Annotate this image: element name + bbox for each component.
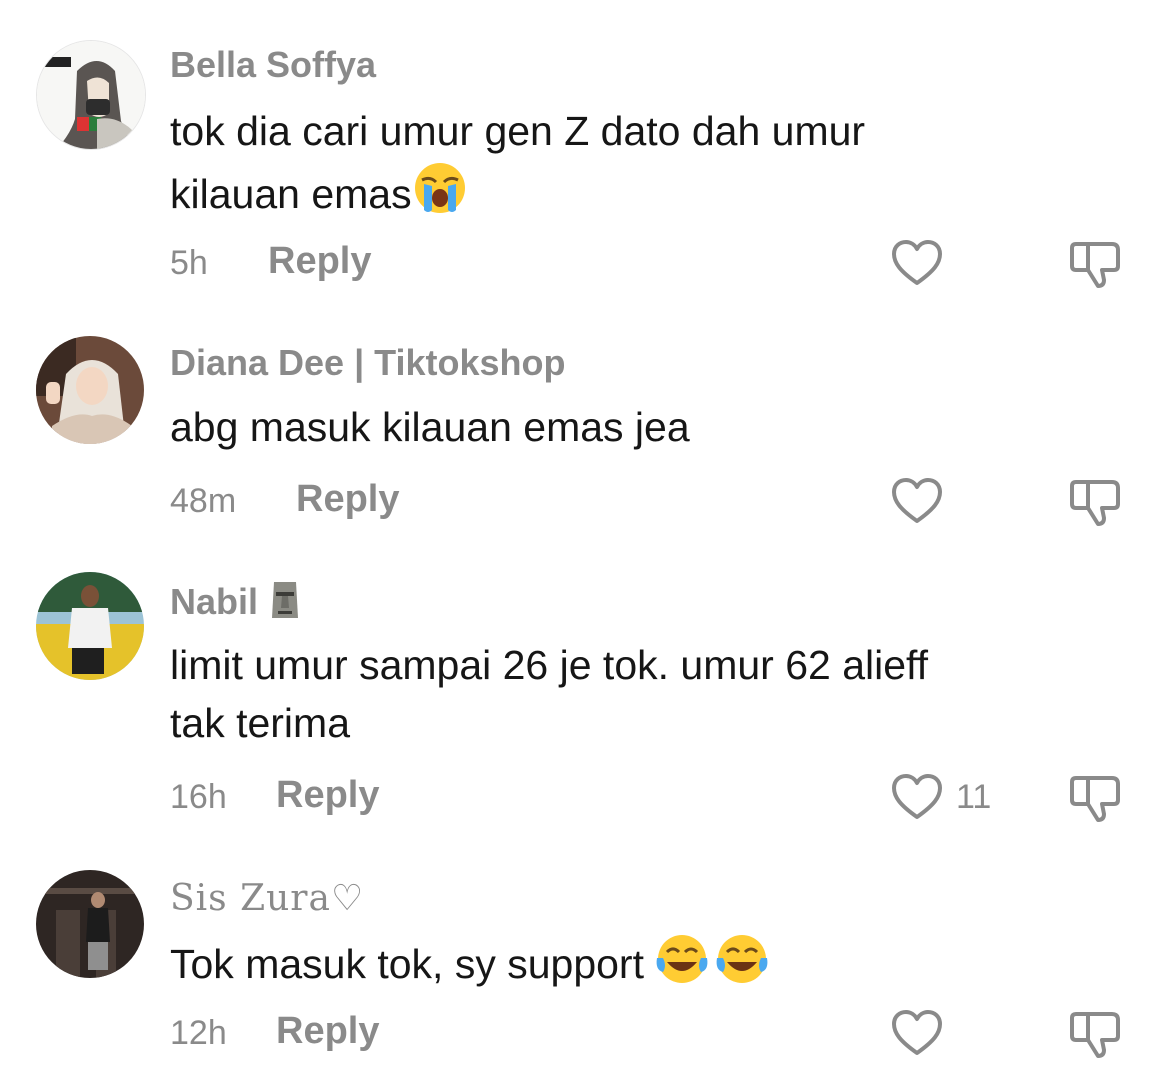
- comment-username[interactable]: Bella Soffya: [170, 44, 376, 86]
- comment-text: Tok masuk tok, sy support: [170, 932, 1070, 1001]
- reply-button[interactable]: Reply: [276, 774, 379, 817]
- comment-text-line: tak terima: [170, 700, 350, 746]
- heart-outline-icon[interactable]: [890, 476, 944, 526]
- comment-timestamp: 12h: [170, 1014, 227, 1052]
- avatar[interactable]: [36, 40, 146, 150]
- dislike-icon[interactable]: [1068, 772, 1126, 822]
- reply-button[interactable]: Reply: [296, 478, 399, 521]
- avatar[interactable]: [36, 336, 144, 444]
- dislike-icon[interactable]: [1068, 1008, 1126, 1058]
- comment-username[interactable]: Diana Dee | Tiktokshop: [170, 342, 566, 384]
- comment-text-line: tok dia cari umur gen Z dato dah umur: [170, 108, 866, 154]
- comment-text-line: kilauan emas: [170, 160, 1070, 231]
- comment-item: Diana Dee | Tiktokshop abg masuk kilauan…: [0, 300, 1169, 550]
- comment-username[interactable]: Nabil: [170, 578, 302, 631]
- heart-outline-icon[interactable]: [890, 772, 944, 822]
- comment-text-line: kilauan emas: [170, 171, 412, 217]
- like-count: 11: [956, 778, 992, 816]
- comment-text: tok dia cari umur gen Z dato dah umur ki…: [170, 102, 1070, 231]
- comment-item: Bella Soffya tok dia cari umur gen Z dat…: [0, 0, 1169, 300]
- comment-username-text: Nabil: [170, 581, 259, 622]
- comment-timestamp: 5h: [170, 244, 208, 282]
- avatar[interactable]: [36, 572, 144, 680]
- comment-username[interactable]: Sis Zura♡: [170, 878, 364, 919]
- reply-button[interactable]: Reply: [268, 240, 371, 283]
- comment-text: abg masuk kilauan emas jea: [170, 404, 690, 450]
- dislike-icon[interactable]: [1068, 238, 1126, 288]
- face-with-tears-of-joy-emoji: [655, 932, 771, 1001]
- loudly-crying-face-emoji: [412, 160, 468, 231]
- comment-text-line: Tok masuk tok, sy support: [170, 941, 644, 987]
- avatar[interactable]: [36, 870, 144, 978]
- comment-item: Sis Zura♡ Tok masuk tok, sy support 12h …: [0, 860, 1169, 1087]
- reply-button[interactable]: Reply: [276, 1010, 379, 1053]
- dislike-icon[interactable]: [1068, 476, 1126, 526]
- comment-timestamp: 48m: [170, 482, 237, 520]
- comment-timestamp: 16h: [170, 778, 227, 816]
- heart-outline-icon[interactable]: [890, 1008, 944, 1058]
- heart-outline-icon[interactable]: [890, 238, 944, 288]
- comment-text: limit umur sampai 26 je tok. umur 62 ali…: [170, 636, 1070, 752]
- comment-item: Nabil limit umur sampai 26 je tok. umur …: [0, 550, 1169, 860]
- moai-emoji: [268, 578, 302, 631]
- comment-text-line: limit umur sampai 26 je tok. umur 62 ali…: [170, 642, 929, 688]
